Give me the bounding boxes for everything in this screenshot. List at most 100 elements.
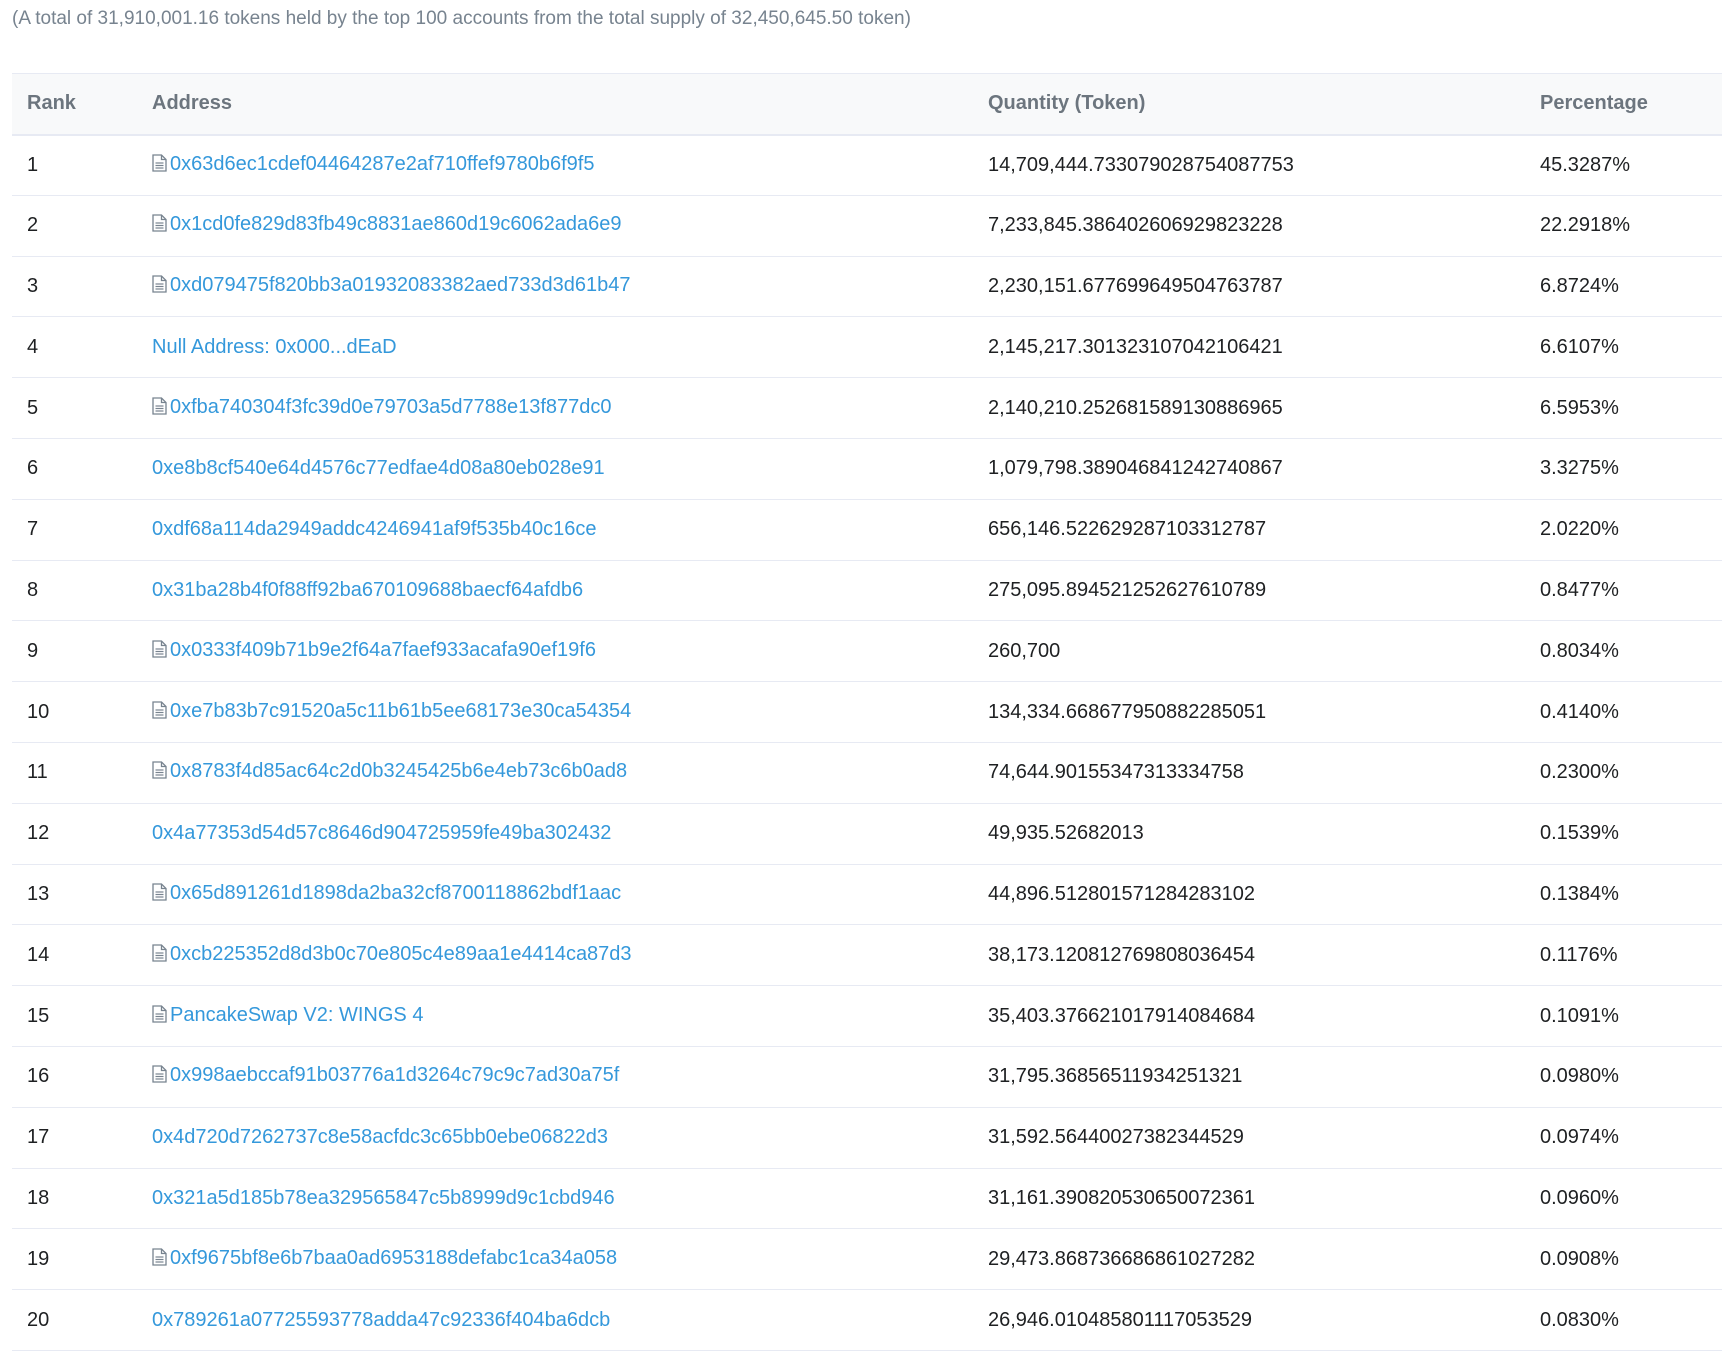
holder-address-link[interactable]: 0x31ba28b4f0f88ff92ba670109688baecf64afd… [152, 579, 583, 601]
quantity-cell: 44,896.512801571284283102 [988, 882, 1255, 905]
quantity-cell: 1,079,798.389046841242740867 [988, 457, 1283, 480]
holder-address-link[interactable]: 0xdf68a114da2949addc4246941af9f535b40c16… [152, 518, 597, 540]
quantity-cell: 2,230,151.677699649504763787 [988, 274, 1283, 297]
contract-file-icon [152, 883, 167, 907]
holder-address-link[interactable]: 0x4d720d7262737c8e58acfdc3c65bb0ebe06822… [152, 1126, 608, 1148]
table-row: 12 0x4a77353d54d57c8646d904725959fe49ba30… [12, 803, 1722, 865]
holder-address-link[interactable]: 0x8783f4d85ac64c2d0b3245425b6e4eb73c6b0a… [170, 760, 627, 782]
holder-address-link[interactable]: 0xe8b8cf540e64d4576c77edfae4d08a80eb028e… [152, 457, 605, 479]
address-cell: 0x4d720d7262737c8e58acfdc3c65bb0ebe06822… [137, 1107, 973, 1168]
quantity-cell: 7,233,845.386402606929823228 [988, 214, 1283, 237]
address-cell: 0x789261a07725593778adda47c92336f404ba6d… [137, 1290, 973, 1351]
table-row: 15 PancakeSwap V2: WINGS 4 35,403.37662101… [12, 986, 1722, 1047]
rank-cell: 9 [27, 639, 39, 662]
contract-file-icon [152, 700, 167, 725]
token-holders-summary: (A total of 31,910,001.16 tokens held by… [12, 8, 911, 29]
holder-address-link[interactable]: 0x0333f409b71b9e2f64a7faef933acafa90ef19… [170, 639, 596, 661]
holder-address-link[interactable]: 0x4a77353d54d57c8646d904725959fe49ba3024… [152, 822, 611, 844]
table-row: 13 0x65d891261d1898da2ba32cf8700118862bdf… [12, 864, 1722, 925]
contract-file-icon [152, 275, 167, 299]
address-cell: PancakeSwap V2: WINGS 4 [137, 986, 973, 1047]
holder-address-link[interactable]: 0x789261a07725593778adda47c92336f404ba6d… [152, 1309, 610, 1331]
table-row: 14 0xcb225352d8d3b0c70e805c4e89aa1e4414ca… [12, 925, 1722, 986]
table-row: 16 0x998aebccaf91b03776a1d3264c79c9c7ad30… [12, 1046, 1722, 1108]
table-row: 5 0xfba740304f3fc39d0e79703a5d7788e13f877… [12, 378, 1722, 439]
rank-cell: 6 [27, 457, 39, 480]
address-cell: 0x8783f4d85ac64c2d0b3245425b6e4eb73c6b0a… [137, 742, 973, 803]
percentage-cell: 0.0960% [1540, 1186, 1619, 1209]
rank-cell: 5 [27, 396, 39, 419]
rank-cell: 4 [27, 335, 39, 358]
holder-address-link[interactable]: PancakeSwap V2: WINGS 4 [170, 1004, 423, 1026]
holder-address-link[interactable]: 0xfba740304f3fc39d0e79703a5d7788e13f877d… [170, 396, 612, 418]
table-row: 8 0x31ba28b4f0f88ff92ba670109688baecf64af… [12, 560, 1722, 621]
rank-cell: 19 [27, 1247, 50, 1270]
percentage-cell: 0.8477% [1540, 578, 1619, 601]
address-cell: 0xd079475f820bb3a01932083382aed733d3d61b… [137, 256, 973, 317]
holder-address-link[interactable]: 0xcb225352d8d3b0c70e805c4e89aa1e4414ca87… [170, 943, 632, 965]
rank-cell: 2 [27, 214, 39, 237]
quantity-cell: 14,709,444.733079028754087753 [988, 153, 1294, 176]
percentage-cell: 0.0980% [1540, 1065, 1619, 1088]
address-cell: Null Address: 0x000...dEaD [137, 317, 973, 378]
rank-cell: 10 [27, 700, 50, 723]
address-cell: 0x321a5d185b78ea329565847c5b8999d9c1cbd9… [137, 1168, 973, 1229]
address-cell: 0x998aebccaf91b03776a1d3264c79c9c7ad30a7… [137, 1046, 973, 1107]
percentage-cell: 0.1539% [1540, 822, 1619, 845]
table-body: 1 0x63d6ec1cdef04464287e2af710ffef9780b6f… [12, 135, 1722, 1351]
address-cell: 0x4a77353d54d57c8646d904725959fe49ba3024… [137, 803, 973, 864]
contract-file-icon [152, 1004, 167, 1029]
table-row: 3 0xd079475f820bb3a01932083382aed733d3d61… [12, 256, 1722, 317]
quantity-cell: 35,403.376621017914084684 [988, 1004, 1255, 1027]
contract-file-icon [152, 153, 167, 178]
holder-address-link[interactable]: 0x65d891261d1898da2ba32cf8700118862bdf1a… [170, 882, 621, 904]
quantity-cell: 656,146.522629287103312787 [988, 518, 1267, 541]
holder-address-link[interactable]: 0x1cd0fe829d83fb49c8831ae860d19c6062ada6… [170, 213, 622, 235]
percentage-cell: 0.0830% [1540, 1308, 1619, 1331]
contract-file-icon [152, 761, 167, 785]
holder-address-link[interactable]: 0x998aebccaf91b03776a1d3264c79c9c7ad30a7… [170, 1064, 619, 1086]
table-row: 1 0x63d6ec1cdef04464287e2af710ffef9780b6f… [12, 135, 1722, 196]
token-holders-table: Rank Address Quantity (Token) Percentage… [12, 73, 1722, 1351]
percentage-cell: 0.1176% [1540, 943, 1618, 966]
percentage-cell: 22.2918% [1540, 214, 1631, 237]
address-cell: 0xfba740304f3fc39d0e79703a5d7788e13f877d… [137, 378, 973, 439]
table-row: 7 0xdf68a114da2949addc4246941af9f535b40c1… [12, 499, 1722, 561]
percentage-cell: 2.0220% [1540, 518, 1619, 541]
address-cell: 0x63d6ec1cdef04464287e2af710ffef9780b6f9… [137, 135, 973, 196]
contract-file-icon [152, 640, 167, 664]
percentage-cell: 0.8034% [1540, 639, 1619, 662]
percentage-cell: 0.1384% [1540, 882, 1619, 905]
holder-address-link[interactable]: 0xe7b83b7c91520a5c11b61b5ee68173e30ca543… [170, 700, 631, 722]
holder-address-link[interactable]: 0xd079475f820bb3a01932083382aed733d3d61b… [170, 274, 630, 296]
holder-address-link[interactable]: 0x63d6ec1cdef04464287e2af710ffef9780b6f9… [170, 153, 594, 175]
rank-cell: 8 [27, 578, 39, 601]
address-cell: 0x31ba28b4f0f88ff92ba670109688baecf64afd… [137, 560, 973, 621]
rank-cell: 14 [27, 943, 50, 966]
holder-address-link[interactable]: 0xf9675bf8e6b7baa0ad6953188defabc1ca34a0… [170, 1247, 617, 1269]
contract-file-icon [152, 1065, 167, 1089]
holder-address-link[interactable]: 0x321a5d185b78ea329565847c5b8999d9c1cbd9… [152, 1187, 615, 1209]
quantity-cell: 49,935.52682013 [988, 822, 1144, 845]
contract-file-icon [152, 1248, 167, 1272]
table-row: 19 0xf9675bf8e6b7baa0ad6953188defabc1ca34… [12, 1229, 1722, 1290]
address-cell: 0xe8b8cf540e64d4576c77edfae4d08a80eb028e… [137, 438, 973, 499]
holder-address-link[interactable]: Null Address: 0x000...dEaD [152, 336, 397, 358]
address-cell: 0x1cd0fe829d83fb49c8831ae860d19c6062ada6… [137, 195, 973, 256]
percentage-cell: 45.3287% [1540, 153, 1631, 176]
table-header-row: Rank Address Quantity (Token) Percentage [12, 73, 1722, 135]
percentage-cell: 0.1091% [1540, 1004, 1619, 1027]
quantity-cell: 31,795.36856511934251321 [988, 1065, 1243, 1088]
rank-cell: 17 [27, 1126, 50, 1149]
table-row: 6 0xe8b8cf540e64d4576c77edfae4d08a80eb028… [12, 438, 1722, 500]
contract-file-icon [152, 396, 167, 421]
address-cell: 0xdf68a114da2949addc4246941af9f535b40c16… [137, 499, 973, 560]
quantity-column-header: Quantity (Token) [988, 92, 1146, 115]
quantity-cell: 275,095.894521252627610789 [988, 578, 1267, 601]
percentage-cell: 6.6107% [1540, 335, 1619, 358]
rank-cell: 7 [27, 518, 39, 541]
address-cell: 0xe7b83b7c91520a5c11b61b5ee68173e30ca543… [137, 682, 973, 743]
table-row: 10 0xe7b83b7c91520a5c11b61b5ee68173e30ca5… [12, 682, 1722, 743]
percentage-cell: 0.0974% [1540, 1126, 1619, 1149]
rank-cell: 1 [27, 153, 39, 176]
